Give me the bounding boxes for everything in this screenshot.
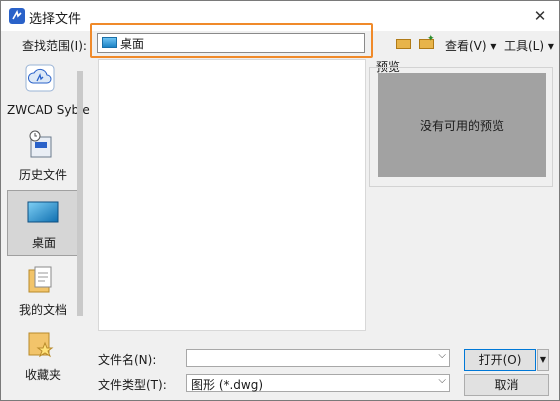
lookin-highlight <box>90 23 373 58</box>
chevron-down-icon: ▾ <box>490 39 497 53</box>
place-label: 历史文件 <box>18 168 67 182</box>
place-history[interactable]: 历史文件 <box>7 125 79 187</box>
chevron-down-icon[interactable]: ⌵ <box>438 350 446 361</box>
new-folder-button[interactable]: ✦ <box>418 34 436 51</box>
filetype-select[interactable]: 图形 (*.dwg) ⌵ <box>186 374 450 392</box>
tools-menu-label: 工具(L) <box>504 39 545 53</box>
select-file-dialog: 选择文件 ✕ 查找范围(I): 桌面 ✦ 查看(V) ▾ 工具(L) ▾ ZWC… <box>0 0 560 401</box>
place-favorites[interactable]: 收藏夹 <box>7 325 79 387</box>
close-button[interactable]: ✕ <box>527 4 553 28</box>
window-title: 选择文件 <box>29 12 82 27</box>
open-button[interactable]: 打开(O) <box>464 349 536 371</box>
new-star-icon: ✦ <box>427 34 435 44</box>
filename-label: 文件名(N): <box>98 353 157 367</box>
documents-icon <box>28 266 52 293</box>
up-folder-icon <box>396 39 411 49</box>
tools-menu[interactable]: 工具(L) ▾ <box>504 37 554 54</box>
open-dropdown-button[interactable]: ▼ <box>537 349 549 371</box>
places-bar: ZWCAD Syble 历史文件 桌面 我的文档 收藏夹 <box>7 59 90 387</box>
filetype-value: 图形 (*.dwg) <box>191 378 264 392</box>
desktop-icon <box>27 201 59 223</box>
favorites-icon <box>28 332 54 358</box>
place-label: 收藏夹 <box>24 368 61 382</box>
view-menu-label: 查看(V) <box>445 39 487 53</box>
cloud-icon <box>25 64 55 92</box>
place-documents[interactable]: 我的文档 <box>7 260 79 322</box>
cancel-button[interactable]: 取消 <box>464 374 549 396</box>
place-zwcad-syble[interactable]: ZWCAD Syble <box>7 59 90 121</box>
lookin-label: 查找范围(I): <box>22 39 87 53</box>
place-label: 桌面 <box>31 236 56 250</box>
place-label: 我的文档 <box>18 303 67 317</box>
chevron-down-icon[interactable]: ⌵ <box>438 375 446 386</box>
up-folder-button[interactable] <box>395 37 413 51</box>
filetype-label: 文件类型(T): <box>98 378 167 392</box>
zwcad-app-icon <box>9 8 25 24</box>
preview-area: 没有可用的预览 <box>378 73 546 177</box>
history-icon <box>29 130 52 158</box>
chevron-down-icon: ▾ <box>547 39 554 53</box>
preview-empty-text: 没有可用的预览 <box>419 119 504 133</box>
place-desktop[interactable]: 桌面 <box>7 190 79 256</box>
places-scrollbar[interactable] <box>77 71 83 316</box>
file-list[interactable] <box>98 59 366 331</box>
filename-input[interactable]: ⌵ <box>186 349 450 367</box>
place-label: ZWCAD Syble <box>7 103 90 117</box>
view-menu[interactable]: 查看(V) ▾ <box>445 37 496 54</box>
